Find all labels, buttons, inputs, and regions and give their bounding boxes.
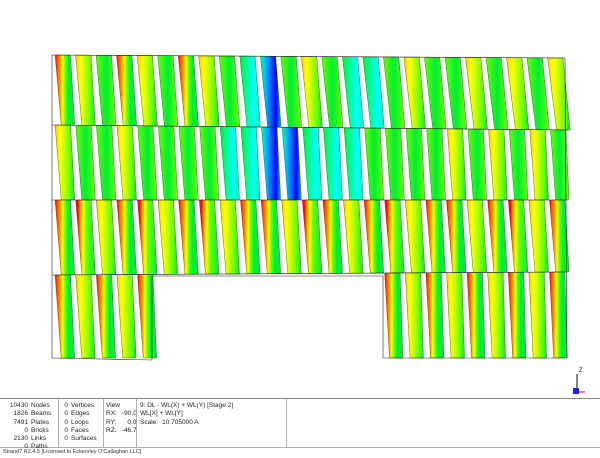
view-rz: RZ: -46.7 (106, 426, 137, 434)
geometry-counts: 0 Vertices 0 Edges 0 Loops 0 Faces 0 Surfaces (60, 402, 97, 443)
result-scale: Scale: 10.705000 A (140, 418, 199, 426)
count-row-vertices: 0 Vertices (64, 402, 95, 409)
result-combo: WL[X] + WL[Y] (140, 410, 183, 418)
status-divider (103, 399, 104, 447)
status-divider (286, 399, 287, 447)
count-row-nodes: 10430 Nodes (9, 402, 50, 409)
result-panel: 9: DL - WL(X) + WL(Y) [Stage 2] WL[X] + … (140, 402, 233, 427)
view-title: View (106, 402, 120, 409)
axis-y-marker (573, 388, 579, 394)
count-row-edges: 0 Edges (64, 410, 90, 418)
view-ry: RY: 0.0 (106, 418, 137, 426)
count-row-bricks: 0 Bricks (24, 426, 49, 434)
view-rx: RX: -90.0 (106, 410, 137, 418)
axis-z-label: Z (579, 368, 583, 374)
count-row-surfaces: 0 Surfaces (64, 435, 97, 443)
status-divider (58, 399, 59, 447)
entity-counts: 10430 Nodes 1826 Beams 7491 Plates 0 Bricks … (4, 402, 51, 452)
status-divider (136, 399, 137, 447)
model-viewport[interactable]: Z (0, 0, 600, 399)
result-case: 9: DL - WL(X) + WL(Y) [Stage 2] (140, 402, 234, 409)
count-row-beams: 1826 Beams (13, 410, 52, 418)
count-row-loops: 0 Loops (64, 418, 89, 426)
license-credits: Strand7 R2.4.5 [Licensed to Eckersley O'… (3, 449, 142, 455)
count-row-links: 2130 Links (13, 435, 47, 443)
view-panel: View RX: -90.0 RY: 0.0 RZ: -46.7 (106, 402, 137, 435)
count-row-faces: 0 Faces (64, 426, 89, 434)
axis-triad: Z (573, 368, 585, 394)
status-bar: 10430 Nodes 1826 Beams 7491 Plates 0 Bricks … (0, 399, 600, 450)
count-row-plates: 7491 Plates (13, 418, 50, 426)
